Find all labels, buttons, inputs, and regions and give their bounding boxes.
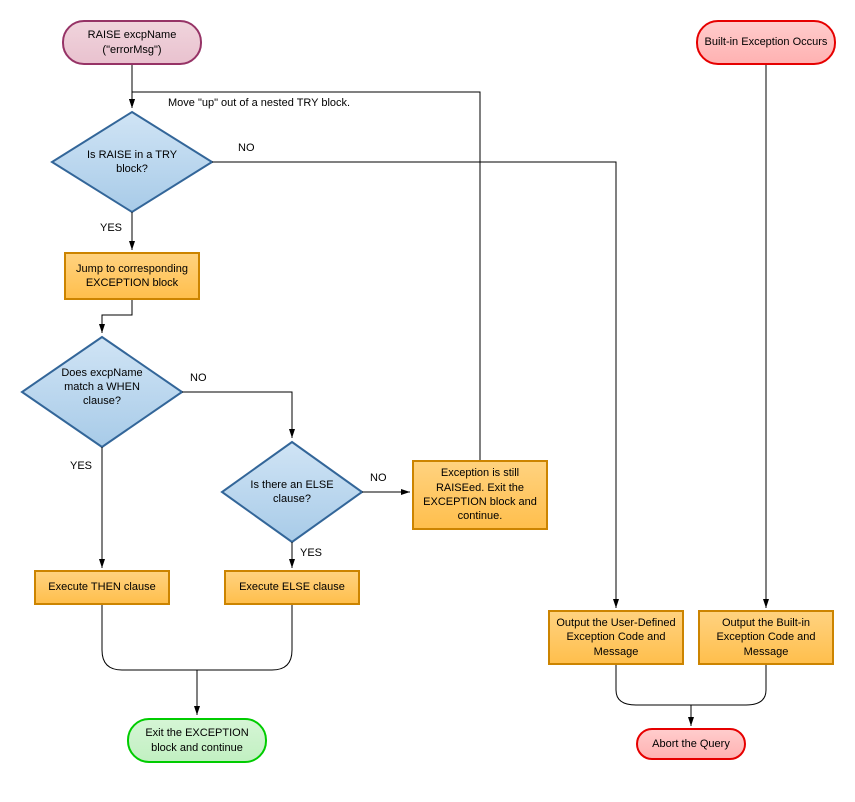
proc-still-raised-label: Exception is still RAISEed. Exit the EXC…: [418, 466, 542, 523]
end-exit-label: Exit the EXCEPTION block and continue: [133, 726, 261, 755]
end-abort: Abort the Query: [636, 728, 746, 760]
start-raise: RAISE excpName ("errorMsg"): [62, 20, 202, 65]
end-exit: Exit the EXCEPTION block and continue: [127, 718, 267, 763]
proc-builtin-out-label: Output the Built-in Exception Code and M…: [704, 616, 828, 659]
decision-in-try: [52, 112, 212, 212]
proc-user-out-label: Output the User-Defined Exception Code a…: [554, 616, 678, 659]
end-abort-label: Abort the Query: [652, 737, 730, 751]
start-builtin-label: Built-in Exception Occurs: [705, 35, 828, 49]
proc-else: Execute ELSE clause: [224, 570, 360, 605]
label-moveup: Move "up" out of a nested TRY block.: [168, 97, 468, 109]
start-raise-label: RAISE excpName ("errorMsg"): [68, 28, 196, 57]
flowchart-svg: [0, 0, 855, 802]
decision-else-clause: [222, 442, 362, 542]
label-yes3: YES: [300, 547, 322, 559]
label-yes1: YES: [100, 222, 122, 234]
proc-jump: Jump to corresponding EXCEPTION block: [64, 252, 200, 300]
proc-else-label: Execute ELSE clause: [239, 580, 345, 594]
label-no2: NO: [190, 372, 207, 384]
label-no3: NO: [370, 472, 387, 484]
proc-still-raised: Exception is still RAISEed. Exit the EXC…: [412, 460, 548, 530]
proc-then-label: Execute THEN clause: [48, 580, 155, 594]
proc-user-out: Output the User-Defined Exception Code a…: [548, 610, 684, 665]
decision-match-when: [22, 337, 182, 447]
proc-builtin-out: Output the Built-in Exception Code and M…: [698, 610, 834, 665]
label-no1: NO: [238, 142, 255, 154]
label-yes2: YES: [70, 460, 92, 472]
proc-then: Execute THEN clause: [34, 570, 170, 605]
proc-jump-label: Jump to corresponding EXCEPTION block: [70, 262, 194, 291]
start-builtin: Built-in Exception Occurs: [696, 20, 836, 65]
